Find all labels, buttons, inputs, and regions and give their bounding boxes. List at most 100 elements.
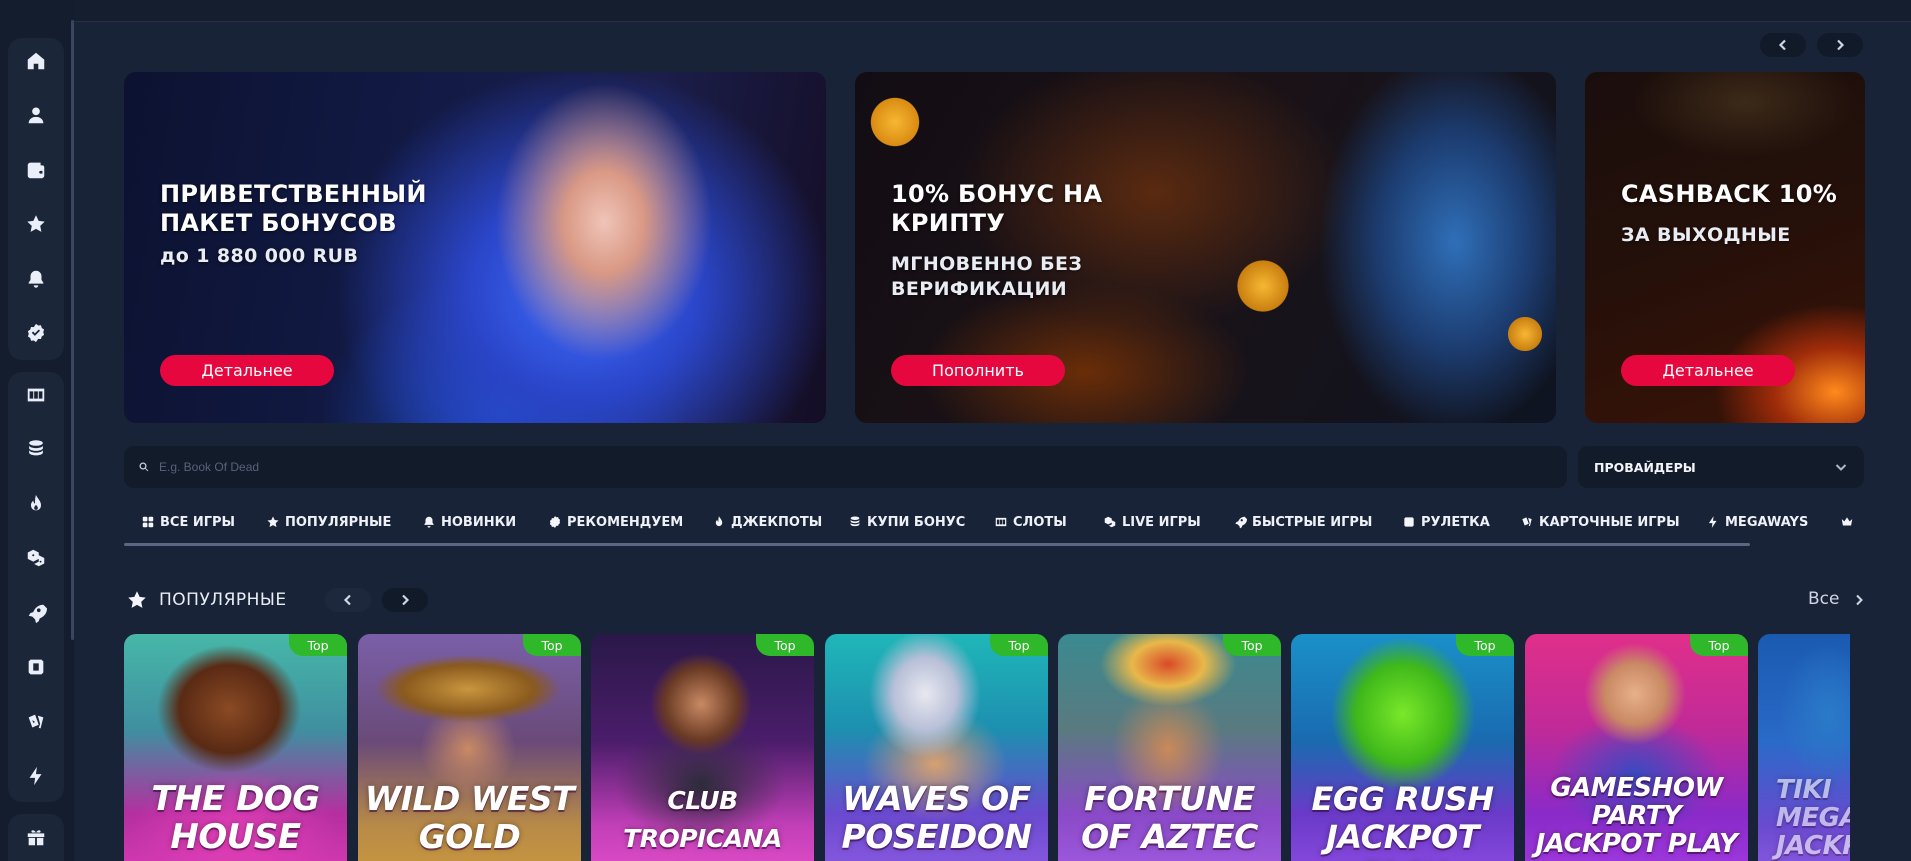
- grid-icon: [142, 516, 154, 528]
- rocket-icon: [28, 604, 47, 624]
- game-card-waves-of-poseidon[interactable]: Top WAVES OF POSEIDON: [825, 634, 1048, 861]
- sidebar-scrollbar[interactable]: [71, 20, 74, 640]
- tab-label: КАРТОЧНЫЕ ИГРЫ: [1539, 514, 1680, 530]
- top-badge: Top: [523, 634, 581, 656]
- banner-title: ПРИВЕТСТВЕННЫЙ ПАКЕТ БОНУСОВ: [160, 180, 427, 237]
- tab-label: БЫСТРЫЕ ИГРЫ: [1252, 514, 1373, 530]
- flame-icon: [30, 494, 42, 511]
- chip-icon: [28, 659, 44, 675]
- tab-all-games[interactable]: ВСЕ ИГРЫ: [141, 500, 235, 544]
- banner-title: CASHBACK 10%: [1621, 180, 1838, 208]
- game-search[interactable]: [124, 446, 1567, 488]
- banner-text: 10% БОНУС НА КРИПТУ МГНОВЕННО БЕЗ ВЕРИФИ…: [891, 180, 1102, 302]
- top-badge: Top: [1690, 634, 1748, 656]
- top-badge: Top: [756, 634, 814, 656]
- top-badge: Top: [990, 634, 1048, 656]
- sidebar-item-live[interactable]: [8, 538, 64, 578]
- sidebar-item-roulette[interactable]: [8, 647, 64, 687]
- banner-details-button[interactable]: Детальнее: [160, 355, 334, 386]
- banner-prev-button[interactable]: [1760, 33, 1806, 57]
- banner-subtitle: ЗА ВЫХОДНЫЕ: [1621, 224, 1791, 246]
- banner-next-button[interactable]: [1817, 33, 1863, 57]
- tab-card-games[interactable]: КАРТОЧНЫЕ ИГРЫ: [1520, 500, 1680, 544]
- sidebar-item-notifications[interactable]: [8, 259, 64, 299]
- game-title: CLUB TROPICANA HAPPY HOUR: [623, 786, 782, 853]
- tab-recommended[interactable]: РЕКОМЕНДУЕМ: [548, 500, 683, 544]
- tab-buy-bonus[interactable]: КУПИ БОНУС: [848, 500, 965, 544]
- tab-slots[interactable]: СЛОТЫ: [994, 500, 1067, 544]
- sidebar-item-megaways[interactable]: [8, 756, 64, 796]
- sidebar-item-home[interactable]: [8, 41, 64, 81]
- promo-banner-crypto[interactable]: 10% БОНУС НА КРИПТУ МГНОВЕННО БЕЗ ВЕРИФИ…: [855, 72, 1556, 423]
- chevron-down-icon: [1835, 464, 1847, 471]
- tab-label: РЕКОМЕНДУЕМ: [567, 514, 684, 530]
- tab-new[interactable]: НОВИНКИ: [422, 500, 516, 544]
- section-title: ПОПУЛЯРНЫЕ: [159, 590, 287, 610]
- game-card-tiki-mega-jackpot[interactable]: TIKI MEGA JACKP: [1758, 634, 1850, 861]
- tab-label: КУПИ БОНУС: [867, 514, 966, 530]
- chevron-left-icon: [1778, 39, 1786, 51]
- sidebar-item-fast-games[interactable]: [8, 593, 64, 633]
- sidebar-item-wallet[interactable]: [8, 150, 64, 190]
- promo-banner-welcome[interactable]: ПРИВЕТСТВЕННЫЙ ПАКЕТ БОНУСОВ до 1 880 00…: [124, 72, 826, 423]
- wallet-icon: [27, 162, 45, 179]
- tab-label: LIVE ИГРЫ: [1122, 514, 1201, 530]
- tab-roulette[interactable]: РУЛЕТКА: [1402, 500, 1490, 544]
- chip-icon: [1404, 517, 1414, 527]
- tab-live-games[interactable]: LIVE ИГРЫ: [1103, 500, 1201, 544]
- banner-subtitle: МГНОВЕННО БЕЗ ВЕРИФИКАЦИИ: [891, 253, 1083, 300]
- chevron-right-icon: [1837, 39, 1845, 51]
- dice-icon: [27, 549, 45, 567]
- verified-badge-icon: [549, 516, 561, 528]
- see-all-link[interactable]: Все: [1808, 589, 1839, 609]
- rocket-icon: [1235, 516, 1247, 529]
- tab-label: MEGAWAYS: [1725, 514, 1809, 530]
- cards-icon: [1522, 517, 1532, 527]
- game-card-egg-rush[interactable]: Top EGG RUSH JACKPOT PLAY: [1291, 634, 1514, 861]
- top-bar: [74, 0, 1911, 22]
- game-card-gameshow-party[interactable]: Top GAMESHOW PARTY JACKPOT PLAY: [1525, 634, 1748, 861]
- game-title: THE DOG HOUSE: [151, 779, 320, 857]
- banner-deposit-button[interactable]: Пополнить: [891, 355, 1065, 386]
- tab-label: ВСЕ ИГРЫ: [160, 514, 236, 530]
- sidebar-item-card-games[interactable]: [8, 702, 64, 742]
- game-title: EGG RUSH JACKPOT PLAY: [1311, 780, 1494, 861]
- game-card-wild-west-gold[interactable]: Top WILD WEST GOLD: [358, 634, 581, 861]
- sidebar-item-buy-bonus[interactable]: [8, 429, 64, 469]
- banner-title: 10% БОНУС НА КРИПТУ: [891, 180, 1103, 237]
- tab-vip[interactable]: [1840, 500, 1859, 544]
- game-card-the-dog-house[interactable]: Top THE DOG HOUSE: [124, 634, 347, 861]
- banner-text: CASHBACK 10% ЗА ВЫХОДНЫЕ: [1621, 180, 1837, 248]
- cards-icon: [28, 714, 44, 729]
- lightning-icon: [29, 766, 42, 786]
- tab-megaways[interactable]: MEGAWAYS: [1706, 500, 1808, 544]
- promo-banner-cashback[interactable]: CASHBACK 10% ЗА ВЫХОДНЫЕ Детальнее: [1585, 72, 1865, 423]
- sidebar-item-profile[interactable]: [8, 95, 64, 135]
- flame-icon: [715, 516, 723, 527]
- tabs-scrollbar[interactable]: [124, 543, 1750, 546]
- sidebar-group-bonus: [8, 814, 64, 861]
- top-badge: Top: [1223, 634, 1281, 656]
- tab-fast-games[interactable]: БЫСТРЫЕ ИГРЫ: [1233, 500, 1372, 544]
- sidebar-item-favorites[interactable]: [8, 204, 64, 244]
- sidebar-item-verified[interactable]: [8, 313, 64, 353]
- game-card-club-tropicana[interactable]: Top CLUB TROPICANA HAPPY HOUR: [591, 634, 814, 861]
- game-card-fortune-of-aztec[interactable]: Top FORTUNE OF AZTEC: [1058, 634, 1281, 861]
- star-icon: [27, 215, 45, 232]
- games-next-button[interactable]: [382, 588, 428, 612]
- search-input[interactable]: [159, 460, 1539, 474]
- game-title: FORTUNE OF AZTEC: [1081, 779, 1258, 856]
- lightning-icon: [1708, 516, 1717, 528]
- providers-dropdown[interactable]: ПРОВАЙДЕРЫ: [1578, 446, 1864, 488]
- sidebar-item-slots[interactable]: [8, 375, 64, 415]
- tab-jackpots[interactable]: ДЖЕКПОТЫ: [712, 500, 822, 544]
- games-prev-button[interactable]: [325, 588, 371, 612]
- banner-details-button[interactable]: Детальнее: [1621, 355, 1795, 386]
- slots-777-icon: [995, 517, 1007, 527]
- tab-popular[interactable]: ПОПУЛЯРНЫЕ: [266, 500, 391, 544]
- sidebar-item-jackpots[interactable]: [8, 484, 64, 524]
- sidebar-item-gifts[interactable]: [8, 817, 64, 857]
- bell-icon: [28, 270, 44, 288]
- search-icon: [139, 462, 149, 472]
- tab-label: НОВИНКИ: [441, 514, 517, 530]
